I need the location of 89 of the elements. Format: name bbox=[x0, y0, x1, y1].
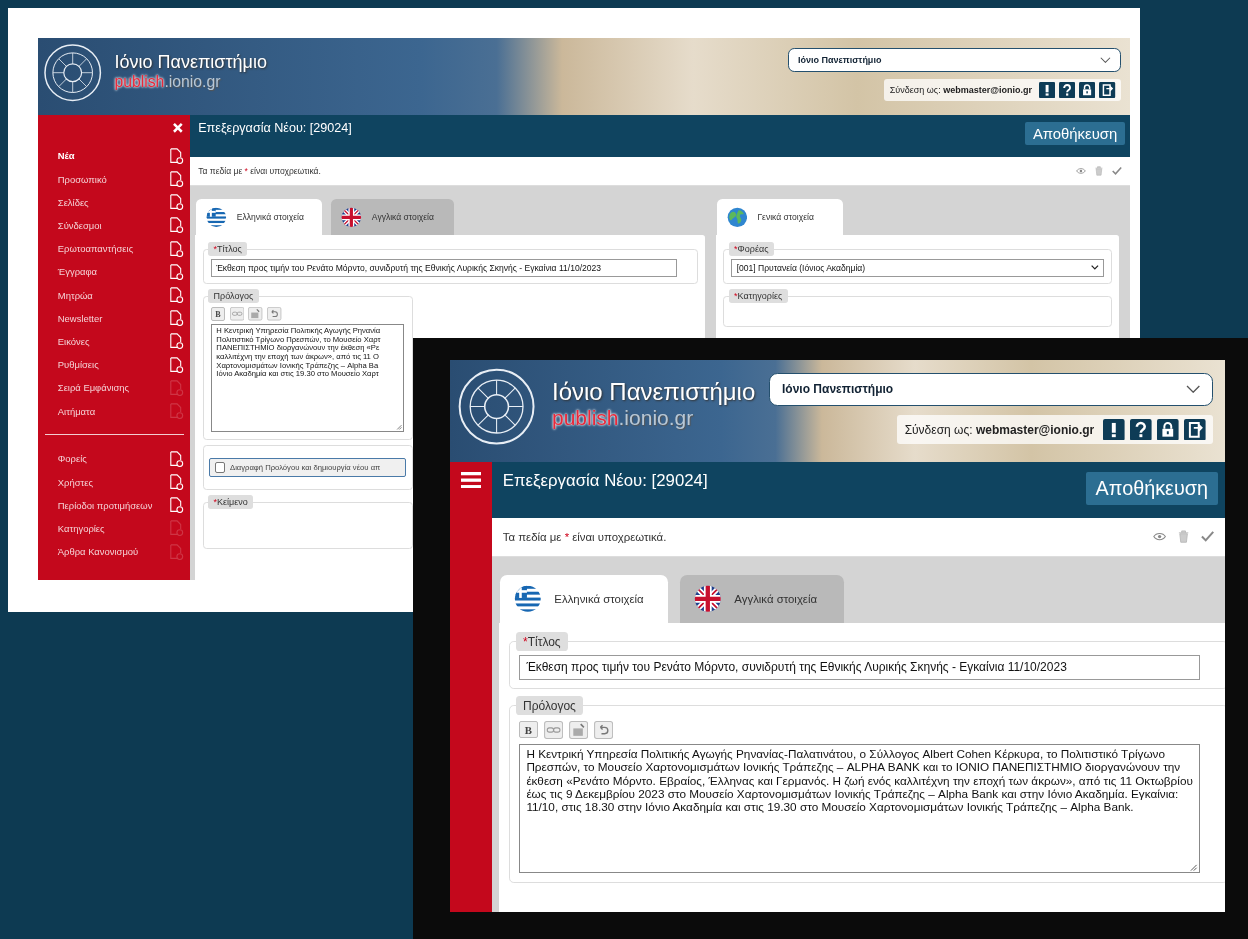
sidebar-item[interactable]: Newsletter bbox=[57, 312, 103, 324]
undo-button[interactable] bbox=[593, 721, 614, 740]
sidebar-item[interactable]: Σειρά Εμφάνισης bbox=[57, 382, 130, 394]
site-dropdown[interactable]: Ιόνιο Πανεπιστήμιο bbox=[788, 47, 1121, 73]
check-icon[interactable] bbox=[1112, 165, 1122, 176]
chevron-down-icon[interactable] bbox=[1185, 385, 1200, 394]
alert-icon[interactable] bbox=[1038, 82, 1055, 99]
sidebar-item[interactable]: Ρυθμίσεις bbox=[57, 359, 99, 371]
add-document-icon[interactable] bbox=[169, 217, 184, 234]
site-dropdown[interactable]: Ιόνιο Πανεπιστήμιο bbox=[769, 373, 1213, 406]
logout-icon[interactable] bbox=[1099, 82, 1116, 99]
add-document-icon[interactable] bbox=[169, 263, 184, 280]
chevron-down-icon[interactable] bbox=[1090, 265, 1099, 271]
required-note: Τα πεδία με * είναι υποχρεωτικά. bbox=[502, 531, 667, 543]
add-document-icon[interactable] bbox=[169, 147, 184, 164]
undo-button[interactable] bbox=[267, 307, 282, 321]
tab[interactable]: Ελληνικά στοιχεία bbox=[196, 199, 323, 236]
page-title: Επεξεργασία Νέου: [29024] bbox=[198, 121, 352, 136]
field-label: *Κατηγορίες bbox=[728, 289, 788, 303]
sidebar-item[interactable]: Σύνδεσμοι bbox=[57, 219, 102, 231]
sidebar-item[interactable]: Φορείς bbox=[57, 453, 87, 465]
field-label: *Κείμενο bbox=[208, 495, 254, 509]
page-title: Επεξεργασία Νέου: [29024] bbox=[502, 471, 708, 492]
sidebar-item[interactable]: Προσωπικό bbox=[57, 173, 107, 185]
title-input[interactable]: Έκθεση προς τιμήν του Ρενάτο Μόρντο, συνιδρυτή της Εθνικής Λυρικής Σκηνής - Εγκαίνια 11/10/2023 bbox=[210, 258, 678, 277]
add-document-icon[interactable] bbox=[169, 310, 184, 327]
required-note: Τα πεδία με * είναι υποχρεωτικά. bbox=[198, 165, 321, 176]
field-label: Πρόλογος bbox=[515, 696, 584, 716]
add-document-icon[interactable] bbox=[169, 240, 184, 257]
site-title: Ιόνιο Πανεπιστήμιο bbox=[114, 51, 267, 73]
add-document-icon[interactable] bbox=[169, 450, 184, 467]
add-document-icon[interactable] bbox=[169, 333, 184, 350]
seal-logo-icon bbox=[457, 367, 537, 447]
alert-icon[interactable] bbox=[1103, 418, 1125, 441]
sidebar-item[interactable]: Ερωτοαπαντήσεις bbox=[57, 243, 134, 255]
add-document-icon[interactable] bbox=[169, 287, 184, 304]
globe-icon bbox=[726, 206, 748, 228]
resize-grip-icon[interactable] bbox=[395, 423, 403, 431]
sidebar-item[interactable]: Αιτήματα bbox=[57, 405, 96, 417]
sidebar-item[interactable]: Χρήστες bbox=[57, 476, 94, 488]
site-subtitle: publish.ionio.gr bbox=[551, 406, 695, 430]
sidebar-item[interactable]: Νέα bbox=[57, 150, 75, 162]
save-button[interactable]: Αποθήκευση bbox=[1085, 471, 1218, 505]
checkbox[interactable] bbox=[214, 462, 225, 473]
login-text: Σύνδεση ως: webmaster@ionio.gr bbox=[889, 85, 1032, 96]
add-document-icon[interactable] bbox=[169, 473, 184, 491]
site-subtitle: publish.ionio.gr bbox=[114, 72, 222, 91]
sidebar-item[interactable]: Άρθρα Κανονισμού bbox=[57, 546, 139, 558]
sidebar-item[interactable]: Κατηγορίες bbox=[57, 522, 105, 534]
tab[interactable]: Αγγλικά στοιχεία bbox=[331, 199, 454, 236]
add-document-icon[interactable] bbox=[169, 194, 184, 211]
login-text: Σύνδεση ως: webmaster@ionio.gr bbox=[904, 422, 1095, 437]
sidebar-item[interactable]: Έγγραφα bbox=[57, 266, 98, 278]
lock-icon[interactable] bbox=[1079, 82, 1096, 99]
menu-icon[interactable] bbox=[460, 471, 482, 488]
lock-icon[interactable] bbox=[1157, 418, 1179, 441]
bold-button[interactable]: B bbox=[519, 721, 538, 739]
help-icon[interactable] bbox=[1130, 418, 1152, 441]
tab[interactable]: Αγγλικά στοιχεία bbox=[680, 574, 844, 623]
field-label: *Φορέας bbox=[728, 242, 774, 256]
uk-flag-icon bbox=[341, 206, 362, 228]
add-document-icon[interactable] bbox=[169, 170, 184, 188]
sidebar-item[interactable]: Σελίδες bbox=[57, 196, 89, 208]
eye-icon[interactable] bbox=[1076, 165, 1086, 176]
save-button[interactable]: Αποθήκευση bbox=[1025, 121, 1125, 146]
help-icon[interactable] bbox=[1058, 82, 1076, 99]
title-input[interactable]: Έκθεση προς τιμήν του Ρενάτο Μόρντο, συνιδρυτή της Εθνικής Λυρικής Σκηνής - Εγκαίνια 11/10/2023 bbox=[519, 654, 1200, 680]
tab[interactable]: Γενικά στοιχεία bbox=[716, 199, 843, 236]
logout-icon[interactable] bbox=[1184, 418, 1206, 441]
bold-button[interactable]: B bbox=[210, 307, 225, 321]
field-label: *Τίτλος bbox=[515, 632, 568, 651]
add-document-icon[interactable] bbox=[169, 356, 184, 373]
sidebar-item[interactable]: Μητρώα bbox=[57, 289, 93, 301]
greek-flag-icon bbox=[513, 584, 542, 613]
prologue-textarea[interactable]: Η Κεντρική Υπηρεσία Πολιτικής Αγωγής Ρηνανίας-Παλατινάτου, ο Σύλλογος Albert Cohen Κέρκυρα, το Πολιτιστικό Τρίγωνο Πρεσπών, το Μουσείο Χαρτονομισμάτων Ιονικής Τράπεζης – ALPHA BANK και το ΙΟΝΙΟ ΠΑΝΕΠΙΣΤΗΜΙΟ διοργανώνουν την έκθεση «Ρενάτο Μόρντο. Εβραίος, Έλληνας και Γερμανός. Η ζωή ενός καλλιτέχνη την εποχή των άκρων», από τις 11 Οκτωβρίου έως τις 9 Δεκεμβρίου 2023 στο Μουσείο Χαρτονομισμάτων Ιονικής Τράπεζης – Alpha Bank και στην Ιόνιο Ακαδημία. Εγκαίνια: 11/10, στις 18.30 στην Ιόνιο Ακαδημία και στις 19.30 στο Μουσείο Χαρτονομισμάτων Ιονικής Τράπεζης – Alpha Bank. bbox=[519, 743, 1200, 874]
check-icon[interactable] bbox=[1201, 530, 1215, 544]
tab[interactable]: Ελληνικά στοιχεία bbox=[500, 574, 669, 623]
add-document-icon[interactable] bbox=[169, 497, 184, 514]
seal-logo-icon bbox=[43, 43, 103, 103]
uk-flag-icon bbox=[693, 584, 722, 613]
field-label: Πρόλογος bbox=[208, 289, 259, 303]
close-icon[interactable] bbox=[172, 121, 184, 134]
link-button[interactable] bbox=[543, 721, 563, 740]
organization-select[interactable]: [001] Πρυτανεία (Ιόνιος Ακαδημία) bbox=[731, 258, 1104, 277]
sidebar-item[interactable]: Περίοδοι προτιμήσεων bbox=[57, 499, 153, 511]
greek-flag-icon bbox=[206, 206, 227, 228]
field-label: *Τίτλος bbox=[208, 242, 248, 256]
sidebar-item[interactable]: Εικόνες bbox=[57, 336, 90, 348]
site-title: Ιόνιο Πανεπιστήμιο bbox=[551, 378, 756, 406]
